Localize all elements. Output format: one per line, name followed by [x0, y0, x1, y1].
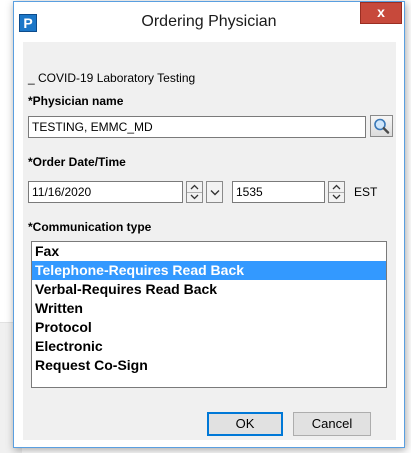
physician-name-label: *Physician name: [28, 94, 124, 108]
order-datetime-label: *Order Date/Time: [28, 155, 126, 169]
list-item-request-co-sign[interactable]: Request Co-Sign: [32, 356, 386, 375]
communication-type-list[interactable]: Fax Telephone-Requires Read Back Verbal-…: [31, 241, 387, 388]
magnifier-icon: [374, 118, 390, 134]
chevron-up-icon: [190, 184, 199, 190]
order-date-field[interactable]: 11/16/2020: [28, 181, 183, 203]
dialog-title: Ordering Physician: [141, 13, 277, 30]
order-name-label: _ COVID-19 Laboratory Testing: [28, 71, 196, 85]
physician-search-button[interactable]: [370, 115, 393, 137]
communication-type-label: *Communication type: [28, 220, 152, 234]
timezone-label: EST: [354, 185, 378, 199]
chevron-up-icon: [332, 184, 341, 190]
date-spinner[interactable]: [186, 181, 203, 203]
chevron-down-icon: [332, 194, 341, 200]
order-time-field[interactable]: 1535: [232, 181, 325, 203]
chevron-down-icon: [210, 189, 219, 195]
list-item-protocol[interactable]: Protocol: [32, 318, 386, 337]
close-button[interactable]: x: [360, 2, 402, 24]
dialog-content: _ COVID-19 Laboratory Testing *Physician…: [23, 42, 396, 440]
time-spinner[interactable]: [328, 181, 345, 203]
list-item-verbal[interactable]: Verbal-Requires Read Back: [32, 280, 386, 299]
ordering-physician-dialog: P Ordering Physician x _ COVID-19 Labora…: [13, 1, 405, 448]
date-spin-down[interactable]: [187, 192, 202, 202]
title-bar[interactable]: P Ordering Physician x: [14, 2, 404, 42]
list-item-telephone[interactable]: Telephone-Requires Read Back: [32, 261, 386, 280]
list-item-electronic[interactable]: Electronic: [32, 337, 386, 356]
physician-name-field[interactable]: TESTING, EMMC_MD: [28, 116, 366, 138]
list-item-written[interactable]: Written: [32, 299, 386, 318]
date-dropdown-button[interactable]: [206, 181, 223, 203]
cancel-button[interactable]: Cancel: [293, 412, 371, 436]
time-spin-down[interactable]: [329, 192, 344, 202]
list-item-fax[interactable]: Fax: [32, 242, 386, 261]
chevron-down-icon: [190, 194, 199, 200]
ok-button[interactable]: OK: [207, 412, 283, 436]
